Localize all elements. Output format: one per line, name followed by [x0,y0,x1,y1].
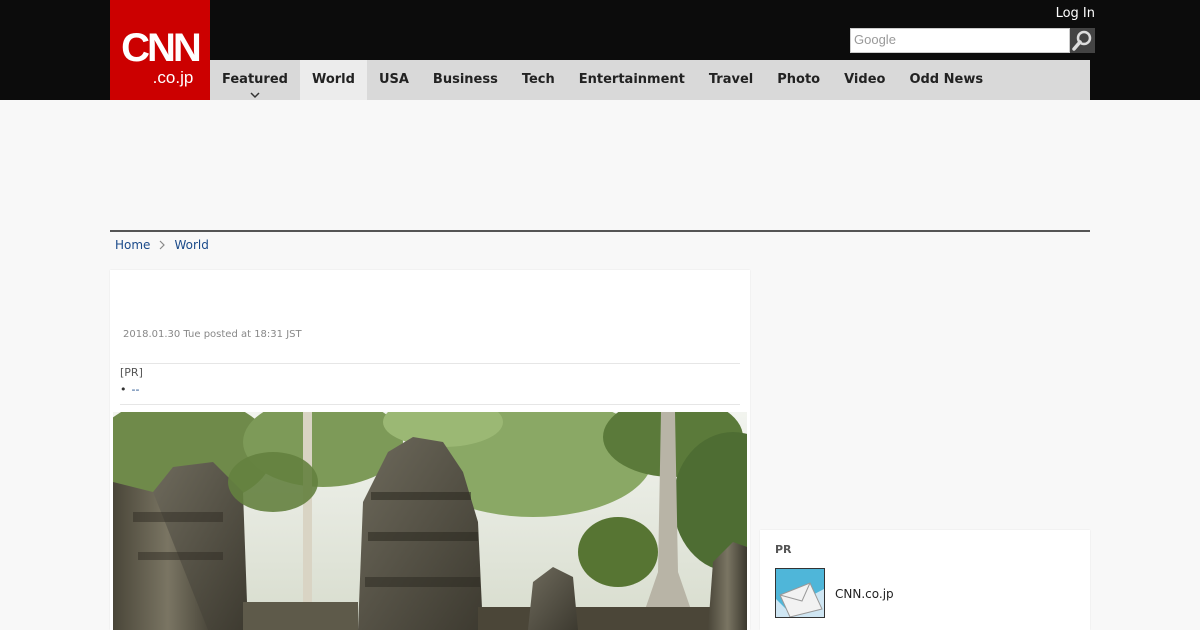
article-card: 2018.01.30 Tue posted at 18:31 JST [PR] … [110,270,750,630]
nav-item-world[interactable]: World [299,60,367,100]
ad-divider [110,230,1090,232]
cnn-logo[interactable]: CNN .co.jp [110,0,210,100]
logo-main-text: CNN [121,26,202,70]
magnifier-icon [1072,30,1092,51]
nav-item-label: Travel [708,72,754,87]
sidebar-pr-card: PR CNN.co.jp [760,530,1090,630]
bullet: • [120,383,127,396]
nav-item-tech[interactable]: Tech [510,60,567,100]
nav-item-entertainment[interactable]: Entertainment [567,60,697,100]
post-timestamp: 2018.01.30 Tue posted at 18:31 JST [123,329,302,340]
sidebar-pr-title: PR [775,543,792,556]
mail-thumbnail-icon [776,569,824,617]
main-nav: Featured World USA Business Tech Enterta… [210,60,1090,100]
nav-item-label: Tech [521,72,555,87]
breadcrumb-home[interactable]: Home [115,238,150,252]
pr-tag: [PR] [120,366,143,379]
nav-item-label: USA [378,72,409,87]
chevron-down-icon [250,92,260,99]
nav-item-business[interactable]: Business [421,60,510,100]
nav-item-label: Business [432,72,498,87]
pr-block: [PR] • -- [120,363,740,405]
sidebar-pr-link[interactable]: CNN.co.jp [835,587,894,601]
search-button[interactable] [1070,28,1095,53]
sidebar-pr-thumbnail[interactable] [775,568,825,618]
nav-item-photo[interactable]: Photo [765,60,832,100]
nav-item-featured[interactable]: Featured [210,60,300,100]
search-input[interactable]: Google [850,28,1070,53]
article-photo [113,412,747,630]
breadcrumb: Home World [115,238,209,252]
temple-photo-image [113,412,747,630]
nav-item-label: Odd News [909,72,984,87]
breadcrumb-world[interactable]: World [174,238,208,252]
nav-item-label: Entertainment [578,72,685,87]
nav-item-travel[interactable]: Travel [697,60,765,100]
nav-item-video[interactable]: Video [832,60,897,100]
logo-sub-text: .co.jp [152,68,194,87]
nav-item-label: World [311,72,355,87]
nav-item-label: Featured [222,72,288,87]
nav-item-odd-news[interactable]: Odd News [897,60,995,100]
nav-item-usa[interactable]: USA [367,60,421,100]
pr-item: • -- [120,382,740,398]
pr-link[interactable]: -- [132,383,140,396]
chevron-right-icon [160,240,166,250]
nav-item-label: Photo [777,72,821,87]
login-link[interactable]: Log In [1056,6,1095,21]
nav-item-label: Video [844,72,886,87]
